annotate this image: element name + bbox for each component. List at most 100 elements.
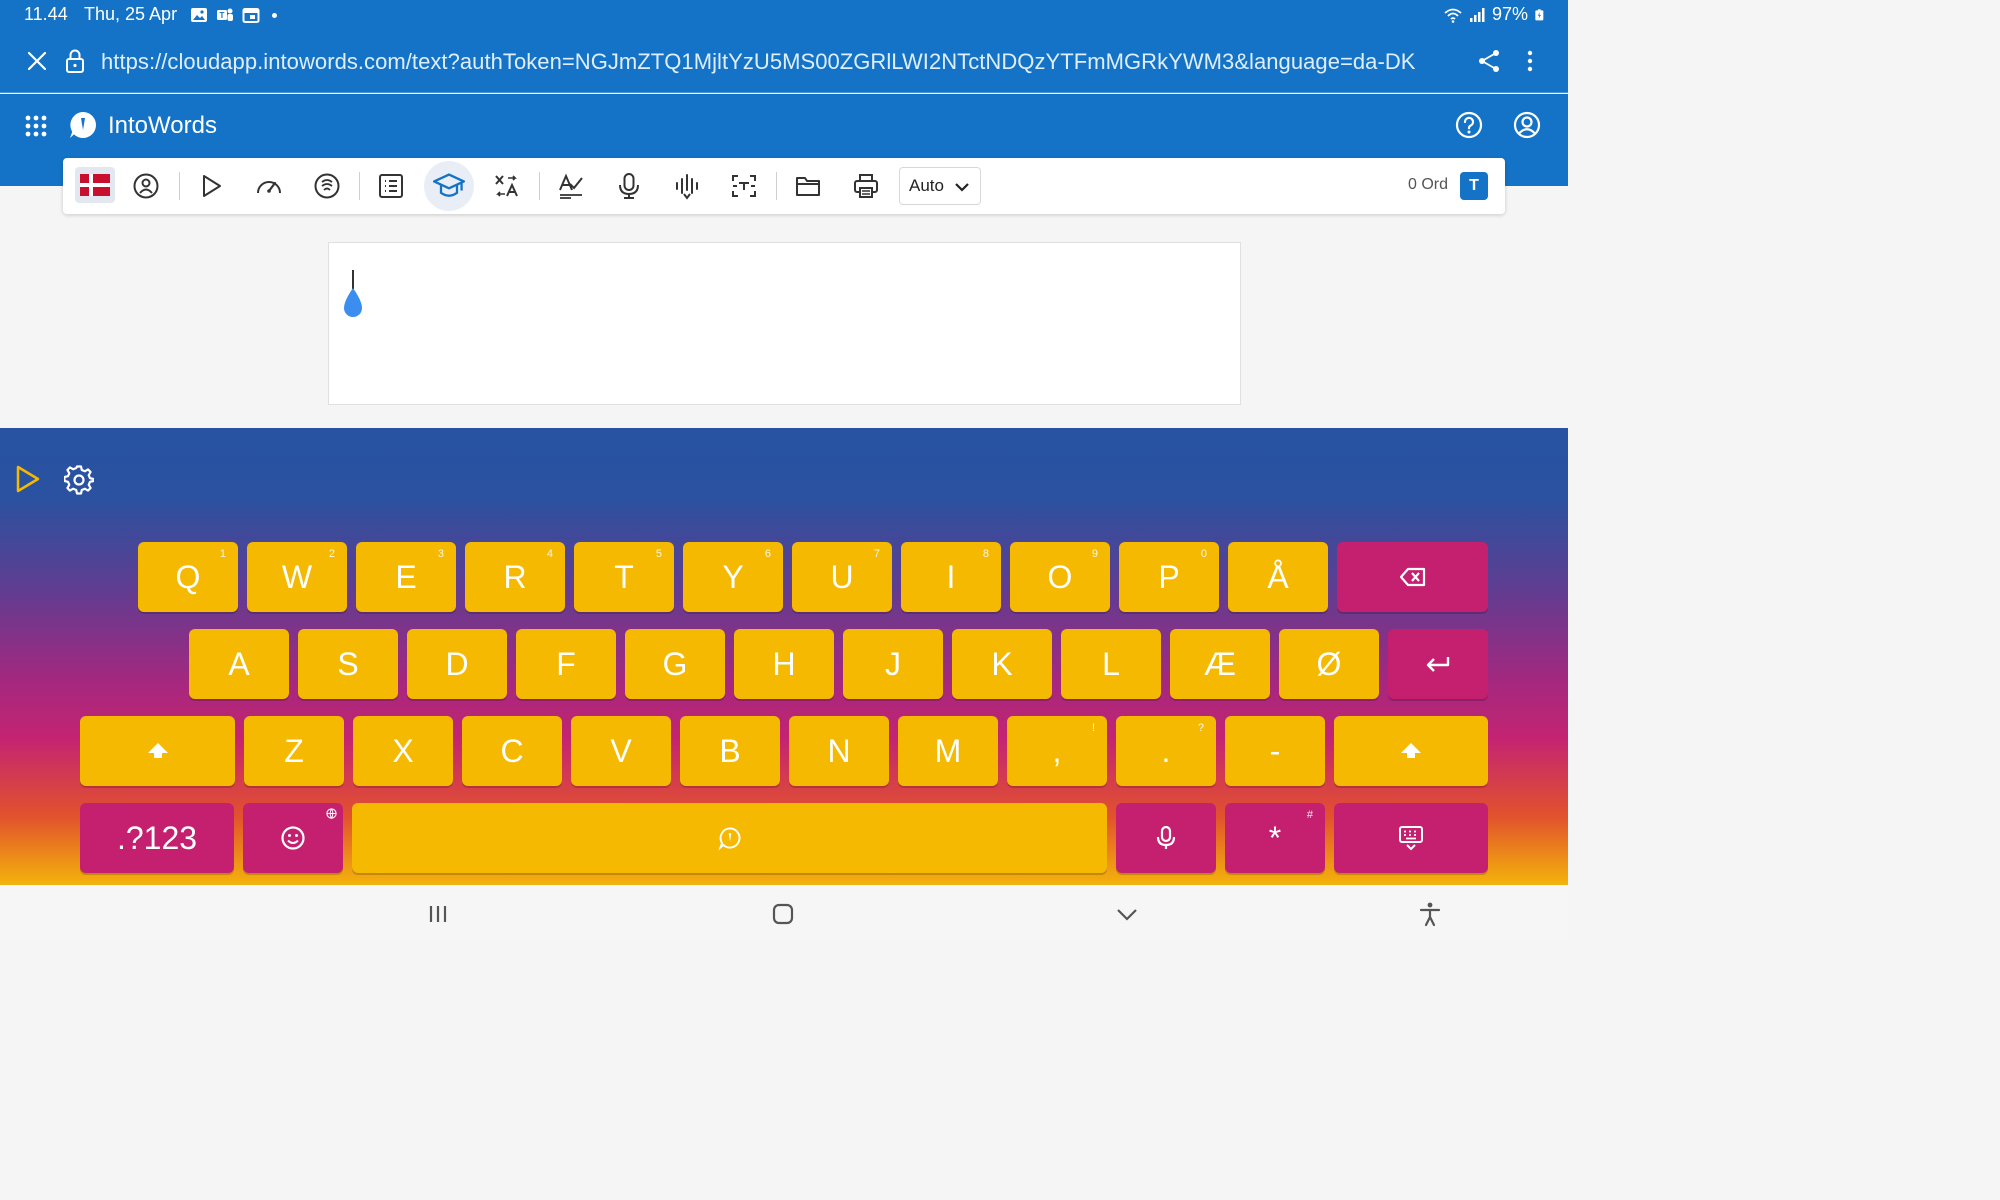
key-period[interactable]: .? bbox=[1116, 716, 1216, 786]
apps-grid-icon[interactable] bbox=[24, 114, 48, 138]
recent-apps-icon[interactable] bbox=[425, 901, 451, 927]
audio-wave-button[interactable] bbox=[667, 166, 707, 206]
accessibility-icon[interactable] bbox=[1417, 901, 1443, 927]
key-x[interactable]: X bbox=[353, 716, 453, 786]
play-icon bbox=[203, 175, 221, 197]
account-icon[interactable] bbox=[1512, 110, 1542, 140]
key-v[interactable]: V bbox=[571, 716, 671, 786]
browser-url-bar: https://cloudapp.intowords.com/text?auth… bbox=[0, 30, 1568, 93]
list-icon bbox=[379, 174, 403, 198]
text-mode-badge[interactable]: T bbox=[1460, 172, 1488, 200]
key-n[interactable]: N bbox=[789, 716, 889, 786]
text-scan-icon bbox=[732, 175, 756, 197]
more-vert-icon[interactable] bbox=[1520, 48, 1540, 74]
translate-button[interactable] bbox=[487, 166, 527, 206]
status-time: 11.44 bbox=[24, 4, 68, 24]
symbols-key[interactable]: .?123 bbox=[80, 803, 234, 873]
key-r[interactable]: R4 bbox=[465, 542, 565, 612]
key-comma[interactable]: ,! bbox=[1007, 716, 1107, 786]
microphone-icon bbox=[619, 173, 639, 199]
danish-flag-icon bbox=[80, 174, 110, 196]
voice-speed-select[interactable]: Auto bbox=[899, 167, 981, 205]
language-button[interactable] bbox=[75, 167, 115, 203]
key-c[interactable]: C bbox=[462, 716, 562, 786]
key-label: Q bbox=[175, 558, 201, 595]
key-ae[interactable]: Æ bbox=[1170, 629, 1270, 699]
key-y[interactable]: Y6 bbox=[683, 542, 783, 612]
key-i[interactable]: I8 bbox=[901, 542, 1001, 612]
key-d[interactable]: D bbox=[407, 629, 507, 699]
dictation-button[interactable] bbox=[609, 166, 649, 206]
voice-speed-value: Auto bbox=[909, 176, 944, 195]
text-scan-button[interactable] bbox=[724, 166, 764, 206]
key-label: W bbox=[281, 558, 313, 595]
key-q[interactable]: Q1 bbox=[138, 542, 238, 612]
key-e[interactable]: E3 bbox=[356, 542, 456, 612]
key-label: N bbox=[827, 732, 851, 769]
key-label: U bbox=[830, 558, 854, 595]
back-chevron-icon[interactable] bbox=[1114, 901, 1140, 927]
space-key[interactable] bbox=[352, 803, 1107, 873]
key-u[interactable]: U7 bbox=[792, 542, 892, 612]
shift-key-right[interactable] bbox=[1334, 716, 1488, 786]
key-hyphen[interactable]: - bbox=[1225, 716, 1325, 786]
print-icon bbox=[854, 174, 878, 198]
key-p[interactable]: P0 bbox=[1119, 542, 1219, 612]
cursor-handle-icon[interactable] bbox=[340, 287, 366, 319]
key-aa[interactable]: Å bbox=[1228, 542, 1328, 612]
url-text[interactable]: https://cloudapp.intowords.com/text?auth… bbox=[101, 49, 1415, 75]
key-label: . bbox=[1161, 732, 1171, 769]
key-oe[interactable]: Ø bbox=[1279, 629, 1379, 699]
hide-keyboard-key[interactable] bbox=[1334, 803, 1488, 873]
lock-icon[interactable] bbox=[64, 48, 86, 74]
globe-icon bbox=[326, 808, 337, 819]
key-l[interactable]: L bbox=[1061, 629, 1161, 699]
star-key[interactable]: * # bbox=[1225, 803, 1325, 873]
share-icon[interactable] bbox=[1476, 48, 1502, 74]
key-hint: 7 bbox=[873, 548, 880, 560]
spellcheck-button[interactable] bbox=[551, 166, 591, 206]
key-label: Z bbox=[284, 732, 304, 769]
key-label: X bbox=[392, 732, 414, 769]
play-button[interactable] bbox=[191, 166, 231, 206]
key-hint: 5 bbox=[655, 548, 662, 560]
key-w[interactable]: W2 bbox=[247, 542, 347, 612]
backspace-key[interactable] bbox=[1337, 542, 1488, 612]
emoji-key[interactable] bbox=[243, 803, 343, 873]
key-b[interactable]: B bbox=[680, 716, 780, 786]
key-z[interactable]: Z bbox=[244, 716, 344, 786]
close-icon[interactable] bbox=[24, 48, 50, 74]
help-icon[interactable] bbox=[1454, 110, 1484, 140]
list-button[interactable] bbox=[371, 166, 411, 206]
key-g[interactable]: G bbox=[625, 629, 725, 699]
key-s[interactable]: S bbox=[298, 629, 398, 699]
key-hint: 2 bbox=[328, 548, 335, 560]
key-f[interactable]: F bbox=[516, 629, 616, 699]
home-icon[interactable] bbox=[770, 901, 796, 927]
key-j[interactable]: J bbox=[843, 629, 943, 699]
key-hint: ! bbox=[1091, 722, 1095, 734]
education-button[interactable] bbox=[424, 161, 474, 211]
print-button[interactable] bbox=[846, 166, 886, 206]
key-a[interactable]: A bbox=[189, 629, 289, 699]
key-label: P bbox=[1158, 558, 1180, 595]
key-t[interactable]: T5 bbox=[574, 542, 674, 612]
key-o[interactable]: O9 bbox=[1010, 542, 1110, 612]
settings-gear-icon[interactable] bbox=[64, 465, 94, 495]
enter-key[interactable] bbox=[1388, 629, 1488, 699]
key-label: M bbox=[934, 732, 962, 769]
chevron-down-icon bbox=[955, 183, 969, 192]
key-hint: 9 bbox=[1091, 548, 1098, 560]
read-aloud-button[interactable] bbox=[307, 166, 347, 206]
key-m[interactable]: M bbox=[898, 716, 998, 786]
shift-key-left[interactable] bbox=[80, 716, 235, 786]
text-editor[interactable] bbox=[328, 242, 1241, 405]
intowords-logo-icon bbox=[70, 112, 96, 138]
key-h[interactable]: H bbox=[734, 629, 834, 699]
folder-button[interactable] bbox=[788, 166, 828, 206]
voice-input-key[interactable] bbox=[1116, 803, 1216, 873]
key-k[interactable]: K bbox=[952, 629, 1052, 699]
speed-button[interactable] bbox=[249, 166, 289, 206]
voice-button[interactable] bbox=[126, 166, 166, 206]
keyboard-play-icon[interactable] bbox=[14, 464, 42, 494]
